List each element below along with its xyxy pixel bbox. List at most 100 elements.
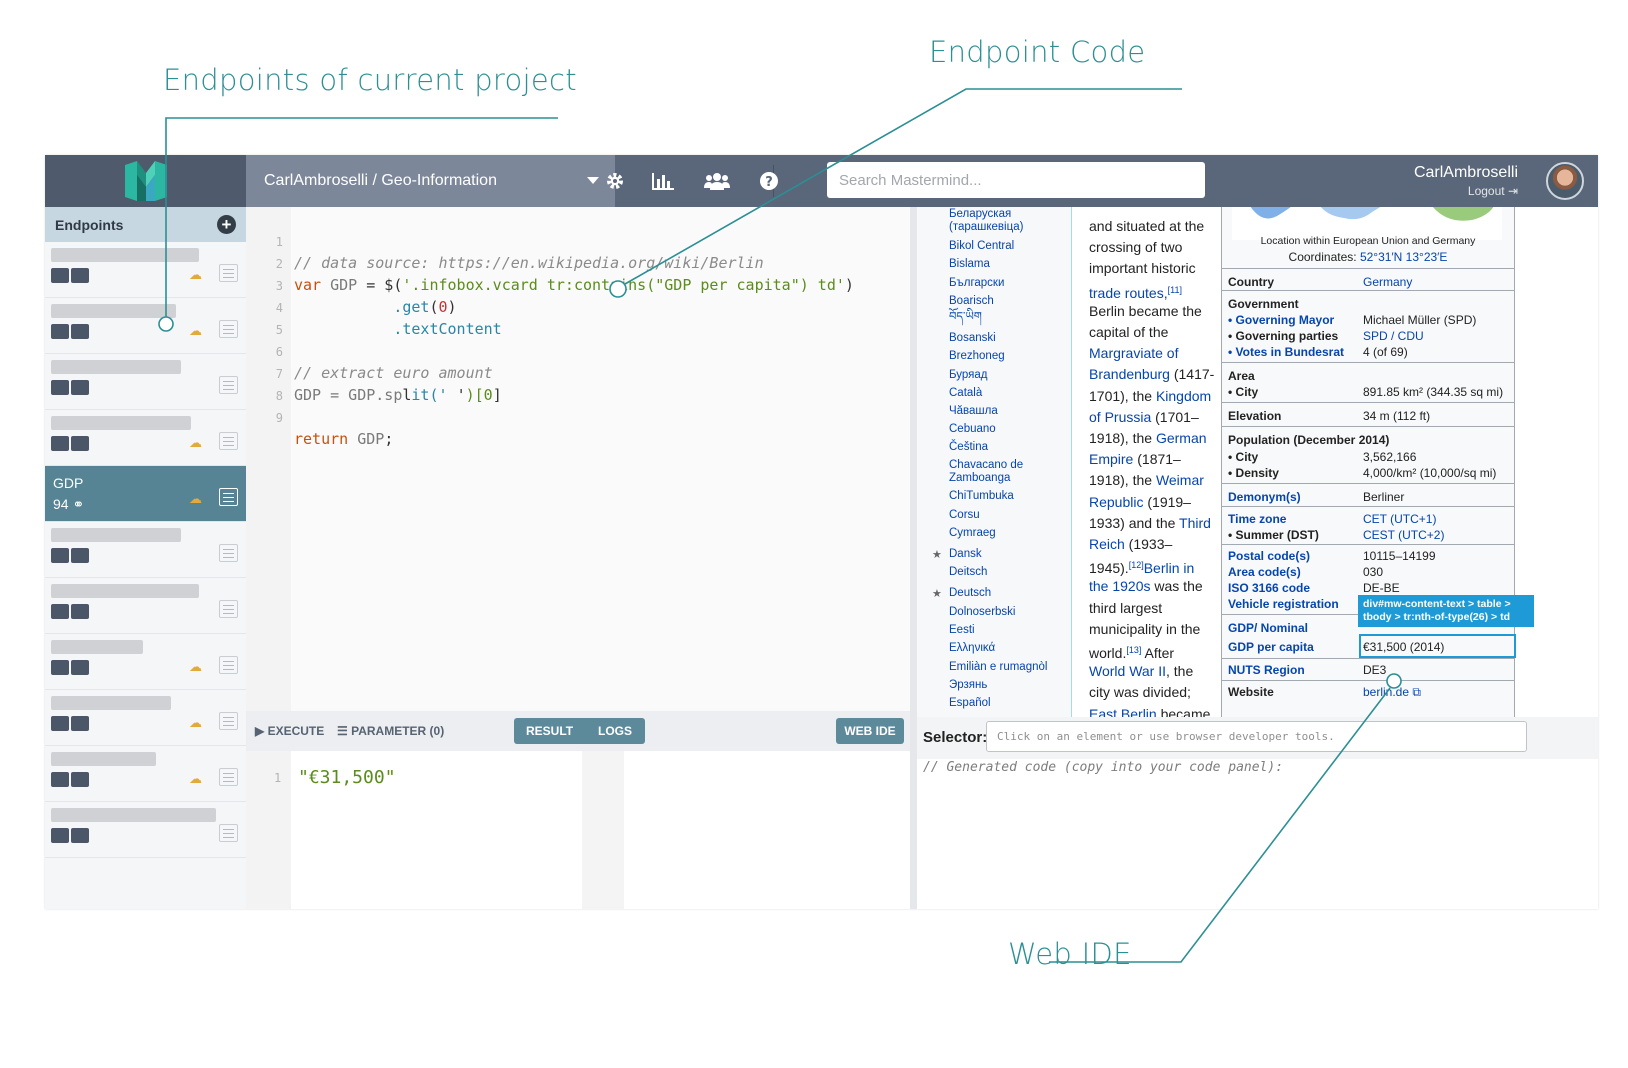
- language-link[interactable]: (тарашкевіца): [949, 221, 1023, 234]
- row-label[interactable]: Demonym(s): [1228, 489, 1301, 505]
- row-value[interactable]: CET (UTC+1): [1363, 511, 1436, 527]
- language-link[interactable]: Dolnoserbski: [949, 606, 1015, 619]
- row-label[interactable]: • Votes in Bundesrat: [1228, 344, 1344, 360]
- coordinates-link[interactable]: 52°31′N 13°23′E: [1360, 250, 1448, 264]
- language-link[interactable]: Буряад: [949, 369, 988, 382]
- row-label[interactable]: Area code(s): [1228, 564, 1301, 580]
- method-badge: [71, 604, 89, 619]
- language-link[interactable]: Català: [949, 387, 982, 400]
- article-line: Margraviate of: [1089, 345, 1179, 362]
- language-link[interactable]: Zamboanga: [949, 472, 1010, 485]
- language-link[interactable]: ChiTumbuka: [949, 490, 1014, 503]
- settings-sliders-icon[interactable]: [219, 488, 238, 506]
- logout-link[interactable]: Logout ⇥: [1468, 184, 1518, 198]
- result-column-divider: [582, 751, 624, 909]
- article-line: Republic (1919–: [1089, 493, 1191, 510]
- endpoint-item[interactable]: [45, 354, 246, 410]
- language-link[interactable]: Bikol Central: [949, 240, 1014, 253]
- endpoint-item[interactable]: ☁: [45, 746, 246, 802]
- settings-sliders-icon[interactable]: [219, 712, 238, 730]
- language-link[interactable]: Boarisch: [949, 295, 994, 308]
- language-link[interactable]: Deutsch: [949, 587, 991, 600]
- endpoint-item[interactable]: [45, 578, 246, 634]
- endpoint-item[interactable]: ☁: [45, 634, 246, 690]
- tab-logs[interactable]: LOGS: [598, 724, 632, 738]
- language-link[interactable]: བོད་ཡིག: [949, 311, 982, 324]
- row-label[interactable]: Vehicle registration: [1228, 596, 1339, 612]
- users-icon[interactable]: [703, 167, 731, 195]
- parameter-button[interactable]: ☰ PARAMETER (0): [337, 724, 444, 738]
- endpoint-item[interactable]: ☁: [45, 242, 246, 298]
- avatar[interactable]: [1546, 162, 1584, 200]
- tab-result[interactable]: RESULT: [526, 724, 573, 738]
- user-name[interactable]: CarlAmbroselli: [1414, 164, 1518, 182]
- endpoint-item-gdp[interactable]: GDP 94 ⚭ ☁: [45, 466, 246, 522]
- settings-sliders-icon[interactable]: [219, 656, 238, 674]
- article-line: and situated at the: [1089, 218, 1205, 234]
- search-input[interactable]: [827, 162, 1205, 198]
- execute-button[interactable]: ▶ EXECUTE: [255, 724, 324, 738]
- settings-sliders-icon[interactable]: [219, 768, 238, 786]
- settings-sliders-icon[interactable]: [219, 432, 238, 450]
- settings-sliders-icon[interactable]: [219, 824, 238, 842]
- row-value[interactable]: Germany: [1363, 274, 1412, 290]
- row-label[interactable]: GDP per capita: [1228, 639, 1314, 655]
- settings-sliders-icon[interactable]: [219, 600, 238, 618]
- endpoint-item[interactable]: [45, 802, 246, 858]
- selector-input[interactable]: [986, 721, 1527, 752]
- row-label[interactable]: Time zone: [1228, 511, 1286, 527]
- gear-icon[interactable]: [601, 167, 629, 195]
- code-editor[interactable]: 1 // data source: https://en.wikipedia.o…: [246, 207, 910, 711]
- row-label: Country: [1228, 275, 1274, 289]
- web-ide-preview[interactable]: Беларуская (тарашкевіца) Bikol Central Bisl…: [917, 207, 1598, 717]
- language-link[interactable]: Беларуская: [949, 208, 1011, 221]
- language-link[interactable]: Cebuano: [949, 423, 996, 436]
- row-label[interactable]: • Governing Mayor: [1228, 312, 1334, 328]
- row-value[interactable]: SPD / CDU: [1363, 328, 1424, 344]
- language-link[interactable]: Español: [949, 697, 991, 710]
- language-link[interactable]: Dansk: [949, 548, 982, 561]
- language-link[interactable]: Eesti: [949, 624, 975, 637]
- row-label[interactable]: Postal code(s): [1228, 548, 1310, 564]
- row-label[interactable]: NUTS Region: [1228, 662, 1305, 678]
- article-line: third largest: [1089, 599, 1163, 616]
- settings-sliders-icon[interactable]: [219, 376, 238, 394]
- language-link[interactable]: Bosanski: [949, 332, 996, 345]
- bar-chart-icon[interactable]: [649, 167, 677, 195]
- endpoint-item[interactable]: ☁: [45, 410, 246, 466]
- row-label[interactable]: ISO 3166 code: [1228, 580, 1310, 596]
- language-list: Беларуская (тарашкевіца) Bikol Central Bisl…: [917, 207, 1072, 717]
- settings-sliders-icon[interactable]: [219, 320, 238, 338]
- language-link[interactable]: Ελληνικά: [949, 642, 995, 655]
- infobox-divider: [1222, 544, 1514, 545]
- language-link[interactable]: Български: [949, 277, 1004, 290]
- result-line-number: 1: [274, 771, 282, 785]
- add-endpoint-icon[interactable]: +: [217, 215, 236, 234]
- language-link[interactable]: Čeština: [949, 441, 988, 454]
- caret-down-icon: [587, 177, 599, 184]
- language-link[interactable]: Emiliàn e rumagnòl: [949, 661, 1047, 674]
- settings-sliders-icon[interactable]: [219, 264, 238, 282]
- settings-sliders-icon[interactable]: [219, 544, 238, 562]
- language-link[interactable]: Cymraeg: [949, 527, 996, 540]
- language-link[interactable]: Corsu: [949, 509, 980, 522]
- project-selector[interactable]: CarlAmbroselli / Geo-Information: [246, 155, 615, 207]
- language-link[interactable]: Brezhoneg: [949, 350, 1005, 363]
- endpoint-item[interactable]: ☁: [45, 298, 246, 354]
- language-link[interactable]: Chavacano de: [949, 459, 1023, 472]
- language-link[interactable]: Bislama: [949, 258, 990, 271]
- row-label[interactable]: GDP/ Nominal: [1228, 620, 1308, 636]
- help-icon[interactable]: ?: [755, 167, 783, 195]
- row-value[interactable]: berlin.de ⧉: [1363, 684, 1421, 700]
- endpoint-item[interactable]: ☁: [45, 690, 246, 746]
- language-link[interactable]: Чӑвашла: [949, 405, 998, 418]
- language-link[interactable]: Deitsch: [949, 566, 987, 579]
- pane-divider[interactable]: [910, 207, 917, 909]
- result-logs-toggle: RESULT LOGS: [514, 718, 645, 744]
- row-value[interactable]: CEST (UTC+2): [1363, 527, 1444, 543]
- endpoint-item[interactable]: [45, 522, 246, 578]
- web-ide-button[interactable]: WEB IDE: [836, 718, 904, 744]
- generated-code-panel[interactable]: // Generated code (copy into your code p…: [917, 759, 1598, 909]
- language-link[interactable]: Эрзянь: [949, 679, 987, 692]
- logo[interactable]: [45, 155, 246, 207]
